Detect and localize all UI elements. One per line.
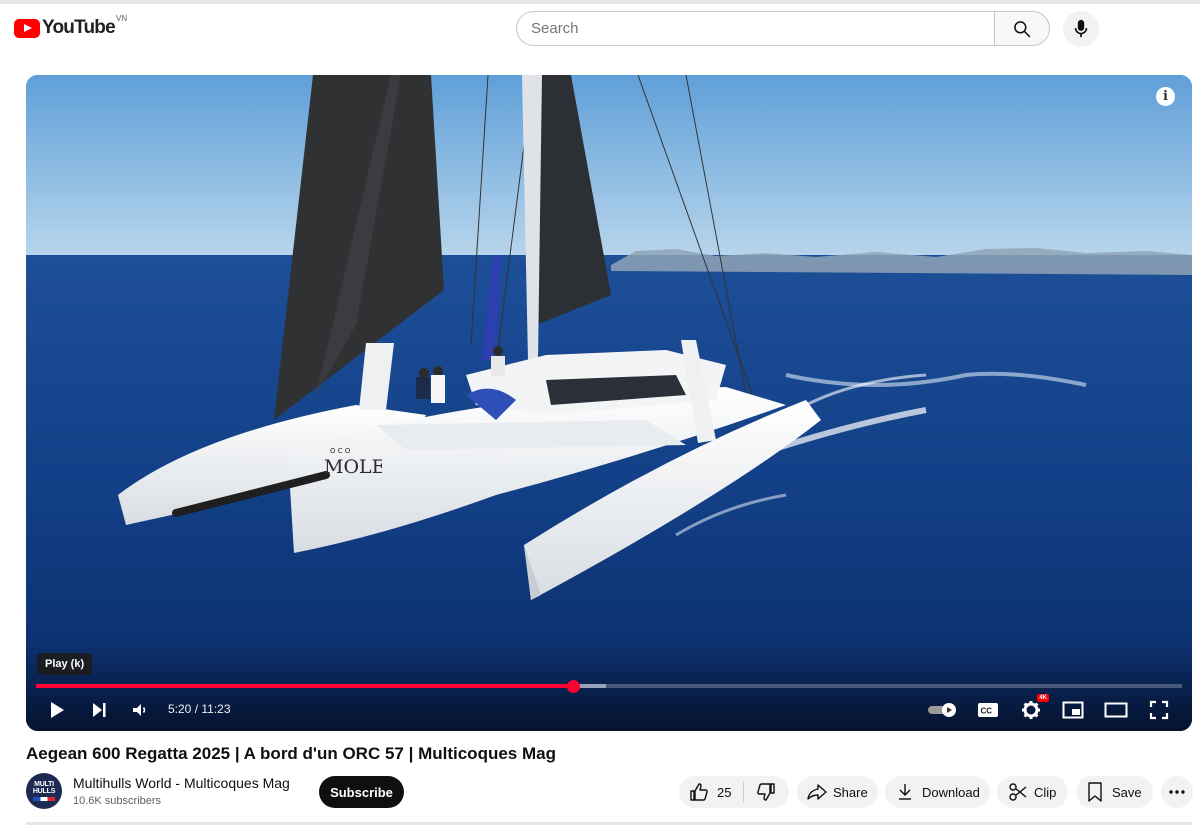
share-button[interactable]: Share (797, 776, 878, 808)
download-icon (899, 784, 911, 800)
like-icon (690, 783, 708, 801)
share-label: Share (833, 784, 868, 800)
search-icon (1014, 20, 1031, 37)
play-tooltip: Play (k) (37, 653, 93, 675)
subscriber-count: 10.6K subscribers (73, 795, 162, 807)
save-icon (1088, 782, 1102, 802)
dislike-button[interactable] (744, 776, 786, 808)
settings-icon (1022, 701, 1040, 719)
more-icon (1169, 790, 1185, 794)
autoplay-icon (928, 703, 956, 717)
download-label: Download (922, 784, 980, 800)
theater-mode-button[interactable] (1103, 696, 1129, 724)
video-frame (26, 75, 1192, 731)
voice-search-button[interactable] (1063, 11, 1099, 47)
save-button[interactable]: Save (1076, 776, 1153, 808)
subscribe-button[interactable]: Subscribe (319, 776, 404, 808)
search-input[interactable] (516, 11, 994, 46)
like-dislike-group: 25 (679, 776, 789, 808)
next-button[interactable] (86, 696, 112, 724)
avatar-text-1: MULTI (34, 781, 54, 788)
top-border (0, 0, 1200, 4)
info-icon: i (1163, 89, 1168, 104)
volume-icon (133, 704, 146, 716)
settings-button[interactable]: 4K (1018, 694, 1049, 724)
clip-label: Clip (1034, 784, 1057, 800)
fullscreen-button[interactable] (1146, 696, 1172, 724)
info-button[interactable]: i (1156, 87, 1175, 106)
fullscreen-icon (1149, 700, 1169, 720)
search-bar (516, 11, 1050, 46)
progress-played (36, 684, 574, 688)
captions-button[interactable]: CC (975, 696, 1001, 724)
logo-text: YouTube (42, 17, 116, 38)
boat-lettering: O C O MOLE (324, 447, 382, 478)
youtube-logo-icon (14, 18, 40, 38)
video-player[interactable]: O C O MOLE i Play (k) 5:20 / 11:23 CC 4K (26, 75, 1192, 731)
miniplayer-button[interactable] (1060, 696, 1086, 724)
autoplay-toggle[interactable] (926, 696, 960, 724)
search-button[interactable] (994, 11, 1050, 46)
next-icon (93, 703, 106, 717)
like-count: 25 (717, 784, 732, 800)
clip-button[interactable]: Clip (997, 776, 1068, 808)
save-label: Save (1112, 784, 1142, 800)
avatar-text-2: HULLS (32, 788, 56, 795)
channel-avatar[interactable]: MULTI HULLS (26, 773, 62, 809)
mic-icon (1074, 19, 1088, 38)
video-title: Aegean 600 Regatta 2025 | A bord d'un OR… (26, 744, 556, 763)
channel-name[interactable]: Multihulls World - Multicoques Mag (73, 775, 290, 791)
time-display: 5:20 / 11:23 (168, 702, 231, 716)
play-icon (51, 702, 64, 718)
avatar-flag (33, 797, 55, 801)
miniplayer-icon (1062, 701, 1084, 719)
more-actions-button[interactable] (1161, 776, 1193, 808)
quality-badge: 4K (1037, 694, 1049, 702)
youtube-logo[interactable]: YouTube VN (14, 14, 127, 39)
progress-bar[interactable] (36, 680, 1182, 693)
share-icon (807, 784, 827, 800)
country-code: VN (116, 14, 128, 23)
svg-text:CC: CC (981, 707, 993, 716)
dislike-icon (757, 783, 776, 801)
boat-lettering-name: MOLE (324, 456, 382, 478)
captions-icon: CC (978, 703, 998, 717)
theater-icon (1104, 702, 1128, 718)
play-button[interactable] (44, 696, 70, 724)
mute-button[interactable] (128, 696, 152, 724)
clip-icon (1009, 783, 1027, 801)
boat-lettering-top: O C O (330, 447, 351, 455)
like-button[interactable]: 25 (679, 776, 743, 808)
download-button[interactable]: Download (885, 776, 990, 808)
